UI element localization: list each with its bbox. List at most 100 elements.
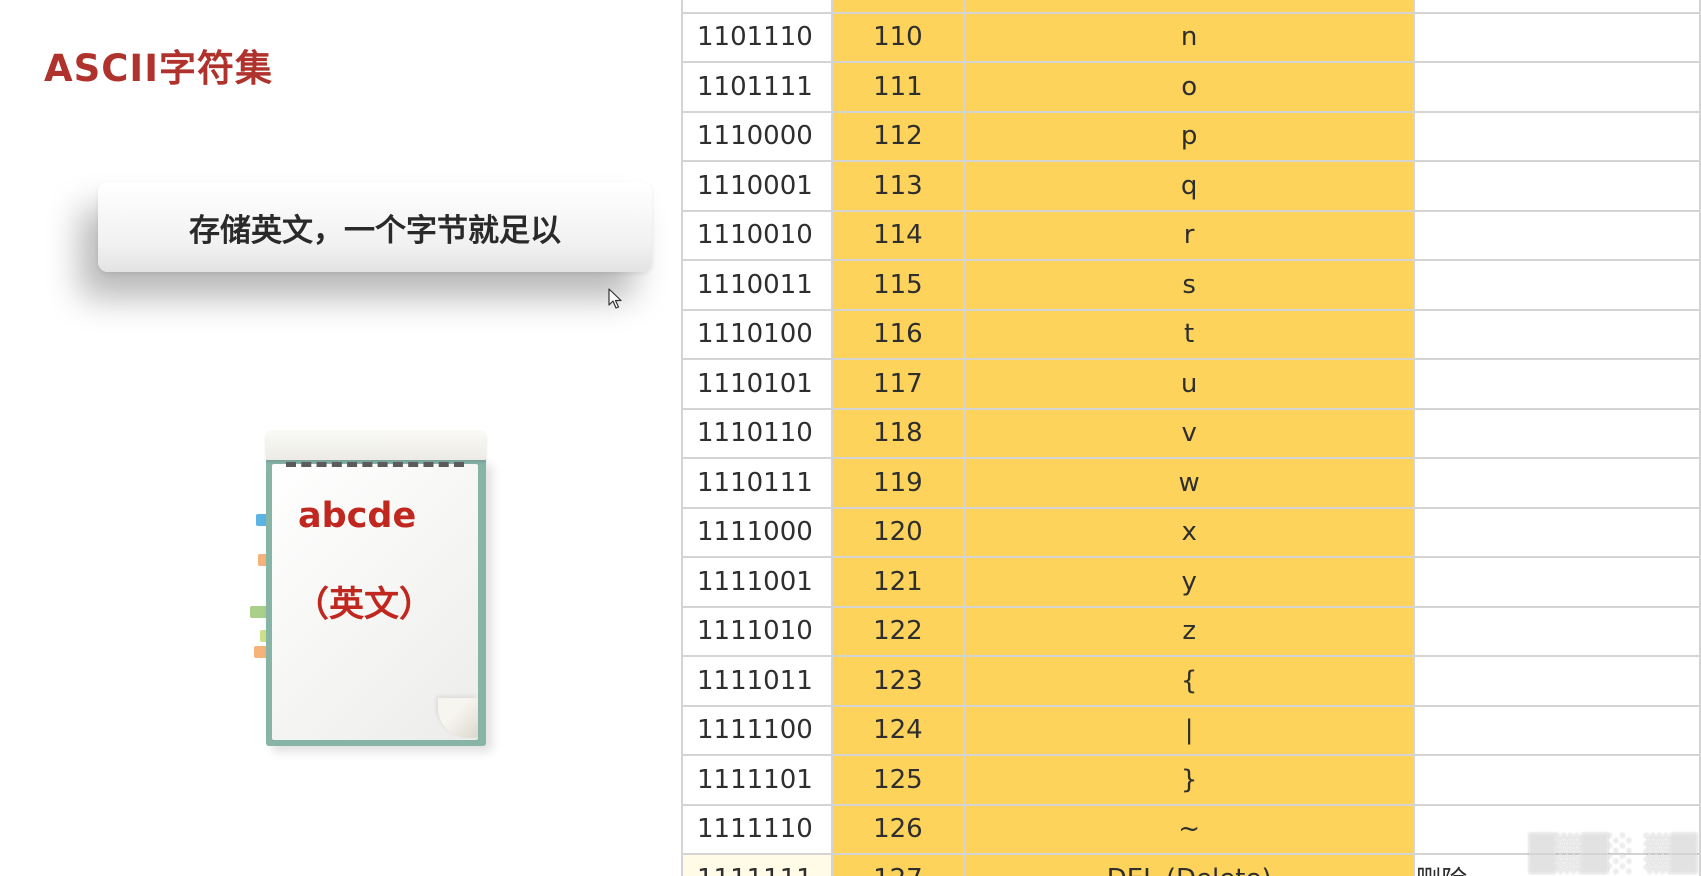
character-cell: } <box>963 754 1416 806</box>
note-cell <box>1413 704 1701 756</box>
binary-cell: 1111110 <box>681 803 833 855</box>
note-cell <box>1413 259 1701 311</box>
notebook-perforation <box>286 462 464 467</box>
character-cell: o <box>963 61 1416 113</box>
note-cell <box>1413 754 1701 806</box>
decimal-cell: 117 <box>830 358 966 410</box>
binary-cell: 1101111 <box>681 61 833 113</box>
binary-cell: 1101110 <box>681 11 833 63</box>
binary-cell: 1111001 <box>681 556 833 608</box>
decimal-cell: 125 <box>830 754 966 806</box>
table-row: 1111011 123{ <box>681 655 1701 707</box>
table-row: 1101110 110 n <box>681 11 1701 63</box>
binary-cell: 1110001 <box>681 160 833 212</box>
table-row: 1110001 113 q <box>681 160 1701 212</box>
character-cell: z <box>963 605 1416 657</box>
note-cell <box>1413 110 1701 162</box>
decimal-cell: 115 <box>830 259 966 311</box>
note-cell <box>1413 308 1701 360</box>
ascii-table: 1101101109m1101110110n1101111111o1110000… <box>681 0 1701 876</box>
character-cell: | <box>963 704 1416 756</box>
slide-title: ASCII字符集 <box>44 47 273 90</box>
binary-cell: 1111111 <box>681 853 833 876</box>
table-row: 1110110 118 v <box>681 407 1701 459</box>
table-row: 1110000 112 p <box>681 110 1701 162</box>
decimal-cell: 122 <box>830 605 966 657</box>
character-cell: w <box>963 457 1416 509</box>
decimal-cell: 113 <box>830 160 966 212</box>
note-cell <box>1413 358 1701 410</box>
decimal-cell: 114 <box>830 209 966 261</box>
decimal-cell: 110 <box>830 11 966 63</box>
character-cell: t <box>963 308 1416 360</box>
note-cell <box>1413 407 1701 459</box>
table-row: 1111010 122 z <box>681 605 1701 657</box>
decimal-cell: 119 <box>830 457 966 509</box>
character-cell: m <box>963 0 1416 14</box>
table-row: 1110111 119 w <box>681 457 1701 509</box>
character-cell: p <box>963 110 1416 162</box>
caption-text: 存储英文，一个字节就足以 <box>189 212 561 249</box>
table-row: 1111000 120 x <box>681 506 1701 558</box>
note-cell <box>1413 506 1701 558</box>
decimal-cell: 111 <box>830 61 966 113</box>
decimal-cell: 126 <box>830 803 966 855</box>
binary-cell: 1111101 <box>681 754 833 806</box>
decimal-cell: 127 <box>830 853 966 876</box>
decimal-cell: 112 <box>830 110 966 162</box>
table-row: 1110011 115 s <box>681 259 1701 311</box>
character-cell: x <box>963 506 1416 558</box>
note-cell <box>1413 605 1701 657</box>
table-row: 1111101 125} <box>681 754 1701 806</box>
binary-cell: 1110011 <box>681 259 833 311</box>
decimal-cell: 120 <box>830 506 966 558</box>
table-row: 1110010 114 r <box>681 209 1701 261</box>
character-cell: q <box>963 160 1416 212</box>
binary-cell: 1110000 <box>681 110 833 162</box>
character-cell: DEL (Delete) <box>963 853 1416 876</box>
notebook-top-binding <box>266 430 486 460</box>
character-cell: u <box>963 358 1416 410</box>
binary-cell: 1110111 <box>681 457 833 509</box>
binary-cell: 1110100 <box>681 308 833 360</box>
character-cell: y <box>963 556 1416 608</box>
decimal-cell: 118 <box>830 407 966 459</box>
notebook-word: abcde <box>298 496 417 536</box>
character-cell: s <box>963 259 1416 311</box>
decimal-cell: 121 <box>830 556 966 608</box>
notebook-illustration: abcde （英文） <box>248 430 498 746</box>
binary-cell: 1110110 <box>681 407 833 459</box>
character-cell: ~ <box>963 803 1416 855</box>
table-row: 1110101 117 u <box>681 358 1701 410</box>
binary-cell: 1111100 <box>681 704 833 756</box>
table-row: 1111100 124 | <box>681 704 1701 756</box>
note-cell <box>1413 556 1701 608</box>
decimal-cell: 109 <box>830 0 966 14</box>
note-cell <box>1413 11 1701 63</box>
note-cell <box>1413 655 1701 707</box>
table-row: 1101101109m <box>681 0 1701 14</box>
decimal-cell: 124 <box>830 704 966 756</box>
table-row: 1101111 111 o <box>681 61 1701 113</box>
ascii-table-view: 1101101109m1101110110n1101111111o1110000… <box>681 0 1701 876</box>
watermark: █▒█░ ▒█ <box>1529 834 1697 874</box>
caption-card: 存储英文，一个字节就足以 <box>98 182 652 272</box>
binary-cell: 1101101 <box>681 0 833 14</box>
decimal-cell: 123 <box>830 655 966 707</box>
binary-cell: 1111010 <box>681 605 833 657</box>
note-cell <box>1413 160 1701 212</box>
notebook-language: （英文） <box>294 585 435 625</box>
note-cell <box>1413 0 1701 14</box>
note-cell <box>1413 209 1701 261</box>
mouse-pointer-icon <box>608 288 622 309</box>
character-cell: n <box>963 11 1416 63</box>
table-row: 1110100 116 t <box>681 308 1701 360</box>
binary-cell: 1111000 <box>681 506 833 558</box>
binary-cell: 1110101 <box>681 358 833 410</box>
binary-cell: 1111011 <box>681 655 833 707</box>
character-cell: { <box>963 655 1416 707</box>
decimal-cell: 116 <box>830 308 966 360</box>
character-cell: v <box>963 407 1416 459</box>
character-cell: r <box>963 209 1416 261</box>
binary-cell: 1110010 <box>681 209 833 261</box>
